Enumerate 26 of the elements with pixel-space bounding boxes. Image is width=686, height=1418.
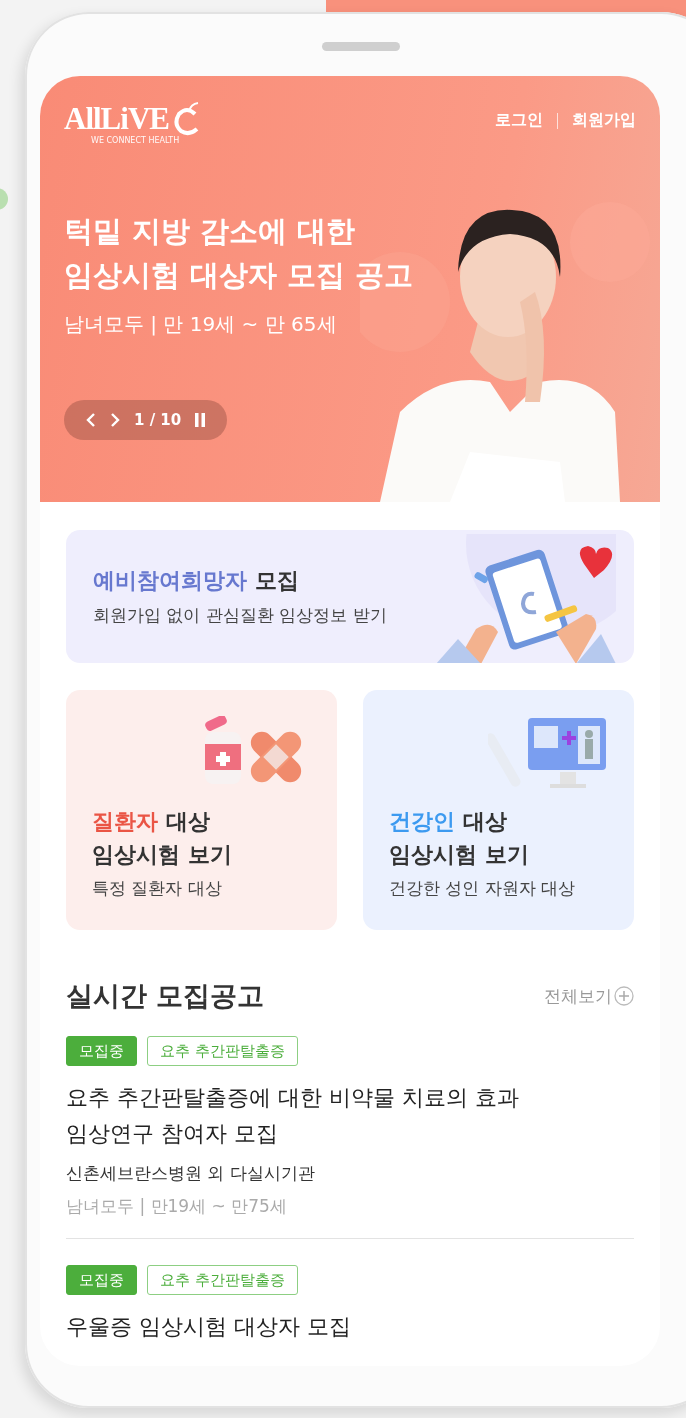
- status-tag: 모집중: [66, 1036, 137, 1066]
- card-description: 건강한 성인 자원자 대상: [389, 877, 577, 900]
- condition-tag: 요추 추간판탈출증: [147, 1036, 298, 1066]
- status-tag: 모집중: [66, 1265, 137, 1295]
- next-icon[interactable]: [110, 412, 120, 428]
- listing-institution: 신촌세브란스병원 외 다실시기관: [66, 1162, 315, 1185]
- section-title: 실시간 모집공고: [66, 979, 265, 1013]
- card-title: 질환자 대상 임상시험 보기: [92, 808, 233, 869]
- card-description: 특정 질환자 대상: [92, 877, 223, 900]
- signup-banner[interactable]: 예비참여희망자 모집 회원가입 없이 관심질환 임상정보 받기: [66, 530, 634, 663]
- category-card[interactable]: 건강인 대상 임상시험 보기 건강한 성인 자원자 대상: [363, 690, 634, 930]
- plus-circle-icon: [614, 986, 634, 1006]
- hero-title: 턱밑 지방 감소에 대한 임상시험 대상자 모집 공고: [64, 213, 414, 294]
- logo-tagline: WE CONNECT HEALTH: [91, 136, 180, 145]
- previous-icon[interactable]: [86, 412, 96, 428]
- banner-title: 예비참여희망자 모집: [93, 567, 300, 595]
- listing-eligibility: 남녀모두 | 만19세 ~ 만75세: [66, 1195, 287, 1218]
- card-title: 건강인 대상 임상시험 보기: [389, 808, 530, 869]
- listing-title[interactable]: 우울증 임상시험 대상자 모집: [66, 1309, 351, 1345]
- hero-subtitle: 남녀모두 | 만 19세 ~ 만 65세: [64, 311, 337, 338]
- banner-description: 회원가입 없이 관심질환 임상정보 받기: [93, 604, 388, 627]
- condition-tag: 요추 추간판탈출증: [147, 1265, 298, 1295]
- pause-icon[interactable]: [195, 413, 206, 427]
- slide-counter: 1 / 10: [134, 411, 182, 429]
- listing-title[interactable]: 요추 추간판탈출증에 대한 비약물 치료의 효과 임상연구 참여자 모집: [66, 1080, 519, 1152]
- category-card[interactable]: 질환자 대상 임상시험 보기 특정 질환자 대상: [66, 690, 337, 930]
